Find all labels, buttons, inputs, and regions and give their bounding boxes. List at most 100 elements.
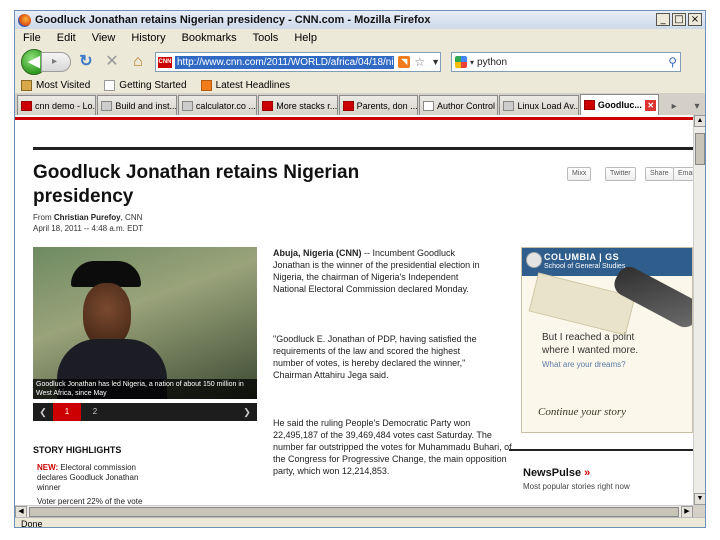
magnifier-icon[interactable]: ⚲ — [668, 55, 677, 69]
tab-author-control[interactable]: Author Control — [419, 95, 499, 115]
tab-scroll-right-icon[interactable]: ▸ — [666, 99, 682, 115]
vertical-scroll-thumb[interactable] — [695, 133, 705, 165]
story-highlights-title: STORY HIGHLIGHTS — [33, 445, 122, 455]
article-photo[interactable] — [33, 247, 257, 399]
tab-more-stacks[interactable]: More stacks r... — [258, 95, 338, 115]
bookmark-getting-started[interactable]: Getting Started — [104, 79, 187, 91]
tab-goodluck-active[interactable]: Goodluc... ✕ — [579, 94, 660, 115]
tab-label: Linux Load Av... — [517, 100, 578, 111]
menu-file[interactable]: File — [23, 32, 41, 44]
reload-icon[interactable]: ↻ — [75, 51, 97, 73]
scroll-up-icon[interactable]: ▲ — [694, 115, 705, 127]
article-date: April 18, 2011 -- 4:48 a.m. EDT — [33, 224, 144, 233]
article-paragraph-3: He said the ruling People's Democratic P… — [273, 418, 512, 476]
status-bar: Done — [15, 517, 705, 527]
search-bar[interactable]: ▾ python ⚲ — [451, 52, 681, 72]
rss-feed-icon[interactable]: ◥ — [398, 56, 411, 68]
tab-linux-load[interactable]: Linux Load Av... — [499, 95, 579, 115]
article-paragraph-2: "Goodluck E. Jonathan of PDP, having sat… — [273, 334, 477, 380]
slide-prev-icon[interactable]: ❮ — [33, 407, 53, 418]
face-shape — [83, 283, 131, 347]
page-icon — [104, 79, 116, 91]
dateline-lead: Abuja, Nigeria (CNN) — [273, 248, 362, 258]
columbia-ad[interactable]: COLUMBIA | GS School of General Studies … — [521, 247, 693, 433]
newspulse-rule — [509, 449, 693, 451]
tab-label: calculator.co ... — [195, 100, 256, 111]
share-mixx-button[interactable]: Mixx — [567, 167, 592, 181]
author-link[interactable]: Christian Purefoy — [54, 213, 121, 222]
search-engine-dropdown-icon[interactable]: ▾ — [470, 58, 474, 67]
menu-view[interactable]: View — [92, 32, 116, 44]
firefox-icon — [18, 13, 31, 27]
title-bar: Goodluck Jonathan retains Nigerian presi… — [15, 11, 705, 29]
ad-line-3: What are your dreams? — [542, 360, 626, 369]
horizontal-scroll-thumb[interactable] — [29, 507, 679, 517]
bookmark-latest-headlines[interactable]: Latest Headlines — [200, 79, 291, 91]
page-icon — [181, 100, 193, 111]
url-input[interactable]: http://www.cnn.com/2011/WORLD/africa/04/… — [175, 55, 395, 69]
home-icon[interactable]: ⌂ — [127, 51, 149, 73]
tab-parents[interactable]: Parents, don ... — [338, 95, 419, 115]
share-twitter-button[interactable]: Twitter — [605, 167, 636, 181]
page-icon — [503, 100, 515, 111]
menu-bookmarks[interactable]: Bookmarks — [182, 32, 237, 44]
vertical-scrollbar[interactable]: ▲ ▼ — [693, 115, 705, 505]
ad-cta[interactable]: Continue your story — [538, 406, 626, 418]
highlight-item-2: Voter percent 22% of the vote — [37, 497, 143, 505]
tab-build-and-install[interactable]: Build and inst... — [97, 95, 177, 115]
share-button[interactable]: Share — [645, 167, 674, 181]
menu-history[interactable]: History — [131, 32, 165, 44]
amazon-icon — [423, 100, 435, 111]
navigation-toolbar: ◀ ▸ ↻ ✕ ⌂ CNN http://www.cnn.com/2011/WO… — [15, 47, 705, 77]
google-icon[interactable] — [455, 56, 467, 68]
horizontal-scrollbar[interactable]: ◀ ▶ — [15, 505, 693, 518]
stop-icon[interactable]: ✕ — [101, 51, 123, 73]
maximize-button[interactable]: □ — [672, 13, 686, 26]
share-email-button[interactable]: Email — [673, 167, 693, 181]
tab-label: cnn demo - Lo... — [35, 100, 96, 111]
url-dropdown-icon[interactable]: ▼ — [431, 57, 440, 67]
photo-caption: Goodluck Jonathan has led Nigeria, a nat… — [33, 379, 257, 399]
scroll-down-icon[interactable]: ▼ — [694, 493, 705, 505]
highlight-item-1: NEW: Electoral commission declares Goodl… — [37, 463, 157, 493]
search-input[interactable]: python — [477, 57, 668, 68]
tab-bar: cnn demo - Lo... Build and inst... calcu… — [15, 93, 705, 115]
article-paragraph-1: Abuja, Nigeria (CNN) -- Incumbent Goodlu… — [273, 247, 493, 295]
newspulse-title[interactable]: NewsPulse » — [523, 467, 590, 479]
close-button[interactable]: × — [688, 13, 702, 26]
header-divider — [33, 147, 693, 150]
bookmark-star-icon[interactable]: ☆ — [414, 55, 425, 69]
url-bar[interactable]: CNN http://www.cnn.com/2011/WORLD/africa… — [155, 52, 441, 72]
cnn-icon — [21, 100, 32, 111]
slide-1-button[interactable]: 1 — [53, 403, 81, 421]
ad-subtitle: School of General Studies — [544, 263, 626, 270]
cnn-favicon: CNN — [158, 56, 172, 68]
slide-2-button[interactable]: 2 — [81, 403, 109, 421]
menu-tools[interactable]: Tools — [253, 32, 279, 44]
page-content: Goodluck Jonathan retains Nigerian presi… — [15, 115, 693, 505]
headline-line-2: presidency — [33, 186, 134, 207]
columbia-seal-icon — [526, 252, 542, 268]
tab-label: Parents, don ... — [356, 100, 418, 111]
page-icon — [101, 100, 113, 111]
tab-list-icon[interactable]: ▾ — [689, 99, 705, 115]
menu-edit[interactable]: Edit — [57, 32, 76, 44]
ad-header: COLUMBIA | GS School of General Studies — [522, 248, 692, 276]
tab-close-icon[interactable]: ✕ — [645, 99, 657, 111]
bookmark-label: Latest Headlines — [215, 79, 291, 91]
tab-label: Goodluc... — [597, 100, 642, 110]
bookmark-most-visited[interactable]: Most Visited — [21, 79, 90, 91]
tab-label: Author Control — [437, 100, 496, 111]
article-headline: Goodluck Jonathan retains Nigerian presi… — [33, 161, 453, 209]
slideshow-nav: ❮ 1 2 ❯ — [33, 403, 257, 421]
window-title: Goodluck Jonathan retains Nigerian presi… — [35, 14, 431, 26]
ad-line-2: where I wanted more. — [542, 345, 639, 356]
forward-button[interactable]: ▸ — [41, 52, 71, 72]
slide-next-icon[interactable]: ❯ — [237, 407, 257, 418]
tab-label: More stacks r... — [276, 100, 337, 111]
menu-help[interactable]: Help — [294, 32, 317, 44]
minimize-button[interactable]: _ — [656, 13, 670, 26]
tab-cnn-demo[interactable]: cnn demo - Lo... — [17, 95, 97, 115]
tab-calculator[interactable]: calculator.co ... — [177, 95, 258, 115]
byline-suffix: , CNN — [120, 213, 143, 222]
